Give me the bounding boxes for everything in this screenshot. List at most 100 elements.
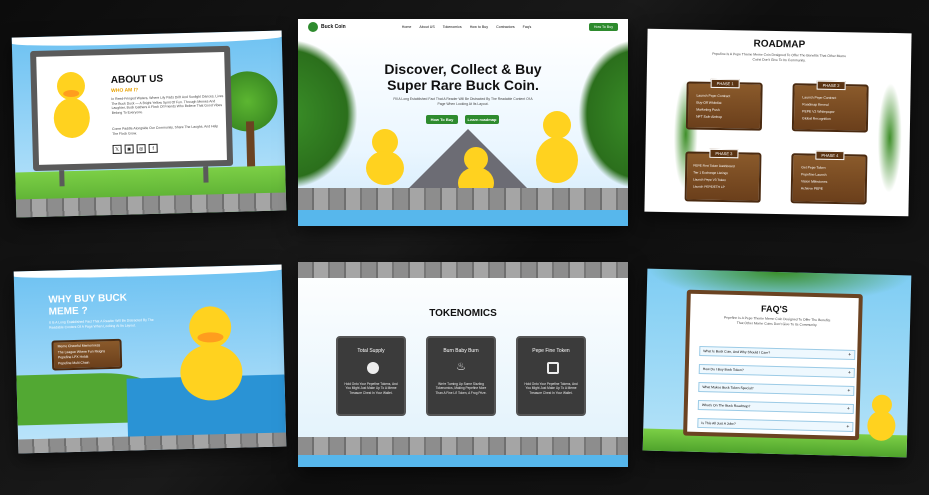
faq-item[interactable]: What Is Buck Coin, And Why Should I Care… bbox=[699, 345, 856, 361]
plus-icon[interactable]: + bbox=[847, 388, 850, 394]
nav-how-to-buy[interactable]: How to Buy bbox=[470, 25, 488, 29]
cloud-strip bbox=[11, 30, 282, 48]
faq-item[interactable]: Is This All Just A Joke? + bbox=[697, 417, 854, 433]
phase-1-board: PHASE 1 Launch Pepe Contract Buy-Off Whi… bbox=[685, 78, 763, 131]
rock-border bbox=[298, 188, 628, 210]
plus-icon[interactable]: + bbox=[848, 352, 851, 358]
water bbox=[298, 210, 628, 226]
phase-2-board: PHASE 2 Launch Pepe Contract Roadmap Rev… bbox=[791, 80, 869, 133]
faq-question: Is This All Just A Joke? bbox=[701, 421, 736, 426]
roadmap-subtitle: Pepefine Is A Pepe Theme Meme Coin Desig… bbox=[712, 51, 847, 62]
hero-how-to-buy-button[interactable]: How To Buy bbox=[426, 115, 458, 124]
roadmap-preview: ROADMAP Pepefine Is A Pepe Theme Meme Co… bbox=[644, 28, 912, 217]
rock-border-top bbox=[298, 262, 628, 278]
nav-faqs[interactable]: Faq's bbox=[523, 25, 532, 29]
nav-contractors[interactable]: Contractors bbox=[496, 25, 515, 29]
phase-4-board: PHASE 4 Get Pepe Token Pepefine Launch V… bbox=[790, 150, 868, 205]
nav-menu: Home About US Tokenomics How to Buy Cont… bbox=[402, 25, 532, 29]
brand-logo-icon[interactable] bbox=[308, 22, 318, 32]
plus-icon[interactable]: + bbox=[848, 370, 851, 376]
phase-3-item: PEPE First Token Dashboard bbox=[693, 163, 735, 169]
why-title-line-1: WHY BUY BUCK bbox=[48, 292, 128, 306]
faq-title: FAQ'S bbox=[760, 303, 788, 315]
faq-board: FAQ'S Pepefine Is A Pepe Theme Meme Coin… bbox=[683, 289, 863, 441]
plus-icon[interactable]: + bbox=[847, 406, 850, 412]
phase-1-item: Launch Pepe Contract bbox=[696, 93, 731, 99]
brand-name[interactable]: Buck Coin bbox=[321, 24, 346, 30]
faq-item[interactable]: What's On The Buck Roadmap? + bbox=[697, 399, 854, 415]
plus-icon[interactable]: + bbox=[846, 424, 849, 430]
phase-2-item: Roadmap Reveal bbox=[802, 102, 829, 107]
about-paragraph-1: In Reed-Fringed Waters, Where Lily Pads … bbox=[111, 94, 224, 115]
navbar: Buck Coin Home About US Tokenomics How t… bbox=[298, 19, 628, 35]
roadmap-title: ROADMAP bbox=[753, 38, 806, 51]
nav-home[interactable]: Home bbox=[402, 25, 412, 29]
why-list-board: Meme Cheerful Memoriness The League Wher… bbox=[51, 338, 123, 371]
phase-3-item: Tier 1 Exchange Listings bbox=[693, 170, 728, 176]
hero-learn-roadmap-button[interactable]: Learn roadmap bbox=[465, 115, 499, 124]
about-board: ABOUT US WHO AM I? In Reed-Fringed Water… bbox=[30, 45, 234, 172]
phase-1-item: NFT Sale Airdrop bbox=[696, 114, 723, 120]
faq-question: What Is Buck Coin, And Why Should I Care… bbox=[703, 349, 771, 355]
faq-item[interactable]: What Makes Buck Token Special? + bbox=[698, 381, 855, 397]
nav-about[interactable]: About US bbox=[419, 25, 434, 29]
duck-left-icon bbox=[366, 129, 404, 189]
about-paragraph-2: Come Paddle Alongside Our Community, Sha… bbox=[112, 124, 219, 136]
jungle-left bbox=[298, 39, 358, 189]
why-item: Pepefine Multi Chain bbox=[58, 360, 90, 365]
duck-mascot-icon bbox=[51, 71, 93, 145]
phase-4-item: Get Pepe Token bbox=[801, 165, 826, 170]
hero-subtitle: Fill A Long Established Fact That A Read… bbox=[393, 97, 533, 106]
token-card-title: Burn Baby Burn bbox=[443, 348, 479, 354]
token-card-total-supply: Total Supply Hold Onto Your Pepefine Tok… bbox=[336, 336, 406, 416]
phase-1-item: Buy-Off Whitelist bbox=[696, 100, 722, 106]
cloud-strip bbox=[13, 264, 282, 280]
faq-question: What Makes Buck Token Special? bbox=[702, 385, 754, 391]
token-card-burn: Burn Baby Burn ♨ We're Turning Up Some S… bbox=[426, 336, 496, 416]
instagram-icon[interactable]: ◎ bbox=[136, 144, 146, 154]
faq-subtitle: Pepefine Is A Pepe Theme Meme Coin Desig… bbox=[723, 315, 831, 327]
facebook-icon[interactable]: f bbox=[148, 143, 158, 154]
social-icons: 𝕏 ◙ ◎ f bbox=[112, 143, 158, 154]
duck-waving-icon bbox=[179, 305, 244, 418]
about-subtitle: WHO AM I? bbox=[111, 87, 139, 94]
discord-icon[interactable]: ◙ bbox=[124, 144, 134, 154]
phase-3-label: PHASE 3 bbox=[709, 148, 739, 159]
token-card-text: Hold Onto Your Pepefine Tokens, And You … bbox=[344, 382, 398, 395]
token-card-pepe-fine: Pepe Fine Token Hold Onto Your Pepefine … bbox=[516, 336, 586, 416]
token-card-text: Hold Onto Your Pepefine Tokens, And You … bbox=[524, 382, 578, 395]
token-card-icon bbox=[547, 362, 559, 374]
phase-1-label: PHASE 1 bbox=[710, 78, 740, 89]
duck-right-icon bbox=[536, 111, 578, 187]
nav-tokenomics[interactable]: Tokenomics bbox=[443, 25, 462, 29]
phase-4-item: Vision Milestones bbox=[800, 179, 828, 184]
flame-icon: ♨ bbox=[456, 361, 466, 373]
about-title: ABOUT US bbox=[110, 73, 164, 86]
phase-4-item: Pepefine Launch bbox=[801, 172, 827, 177]
token-card-text: We're Turning Up Some Sizzling Tokenomic… bbox=[435, 382, 487, 395]
tree-trunk bbox=[245, 121, 256, 167]
token-card-title: Total Supply bbox=[357, 348, 385, 354]
about-us-preview: ABOUT US WHO AM I? In Reed-Fringed Water… bbox=[11, 30, 287, 218]
phase-3-item: Launch PEPE/ETH LP bbox=[692, 184, 725, 190]
rock-border bbox=[18, 432, 287, 454]
faq-item[interactable]: How Do I Buy Buck Token? + bbox=[698, 363, 855, 379]
phase-2-item: Launch Pepe Contract bbox=[802, 95, 837, 101]
faq-question: How Do I Buy Buck Token? bbox=[702, 367, 744, 373]
phase-4-item: Achieve PEPE bbox=[800, 186, 823, 191]
phase-3-board: PHASE 3 PEPE First Token Dashboard Tier … bbox=[684, 148, 762, 203]
phase-4-label: PHASE 4 bbox=[815, 150, 845, 161]
twitter-icon[interactable]: 𝕏 bbox=[112, 144, 122, 154]
jungle-right bbox=[578, 39, 628, 189]
leaves-right bbox=[876, 82, 903, 194]
token-card-title: Pepe Fine Token bbox=[532, 348, 570, 354]
phase-2-item: Global Recognition bbox=[802, 116, 831, 121]
why-title-line-2: MEME ? bbox=[48, 305, 88, 318]
faq-question: What's On The Buck Roadmap? bbox=[701, 403, 751, 409]
phase-2-item: PEPE V2 Whitepaper bbox=[802, 109, 835, 114]
board-post-right bbox=[203, 166, 209, 183]
phase-2-label: PHASE 2 bbox=[816, 80, 846, 91]
water bbox=[298, 455, 628, 467]
nav-cta-button[interactable]: How To Buy bbox=[588, 23, 618, 31]
why-subtitle: It Is A Long Established Fact That A Rea… bbox=[48, 317, 154, 330]
